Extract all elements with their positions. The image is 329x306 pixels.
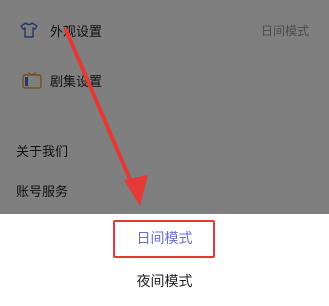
annotation-highlight-box	[113, 220, 215, 258]
night-mode-label: 夜间模式	[136, 274, 193, 290]
night-mode-option[interactable]: 夜间模式	[0, 261, 329, 301]
